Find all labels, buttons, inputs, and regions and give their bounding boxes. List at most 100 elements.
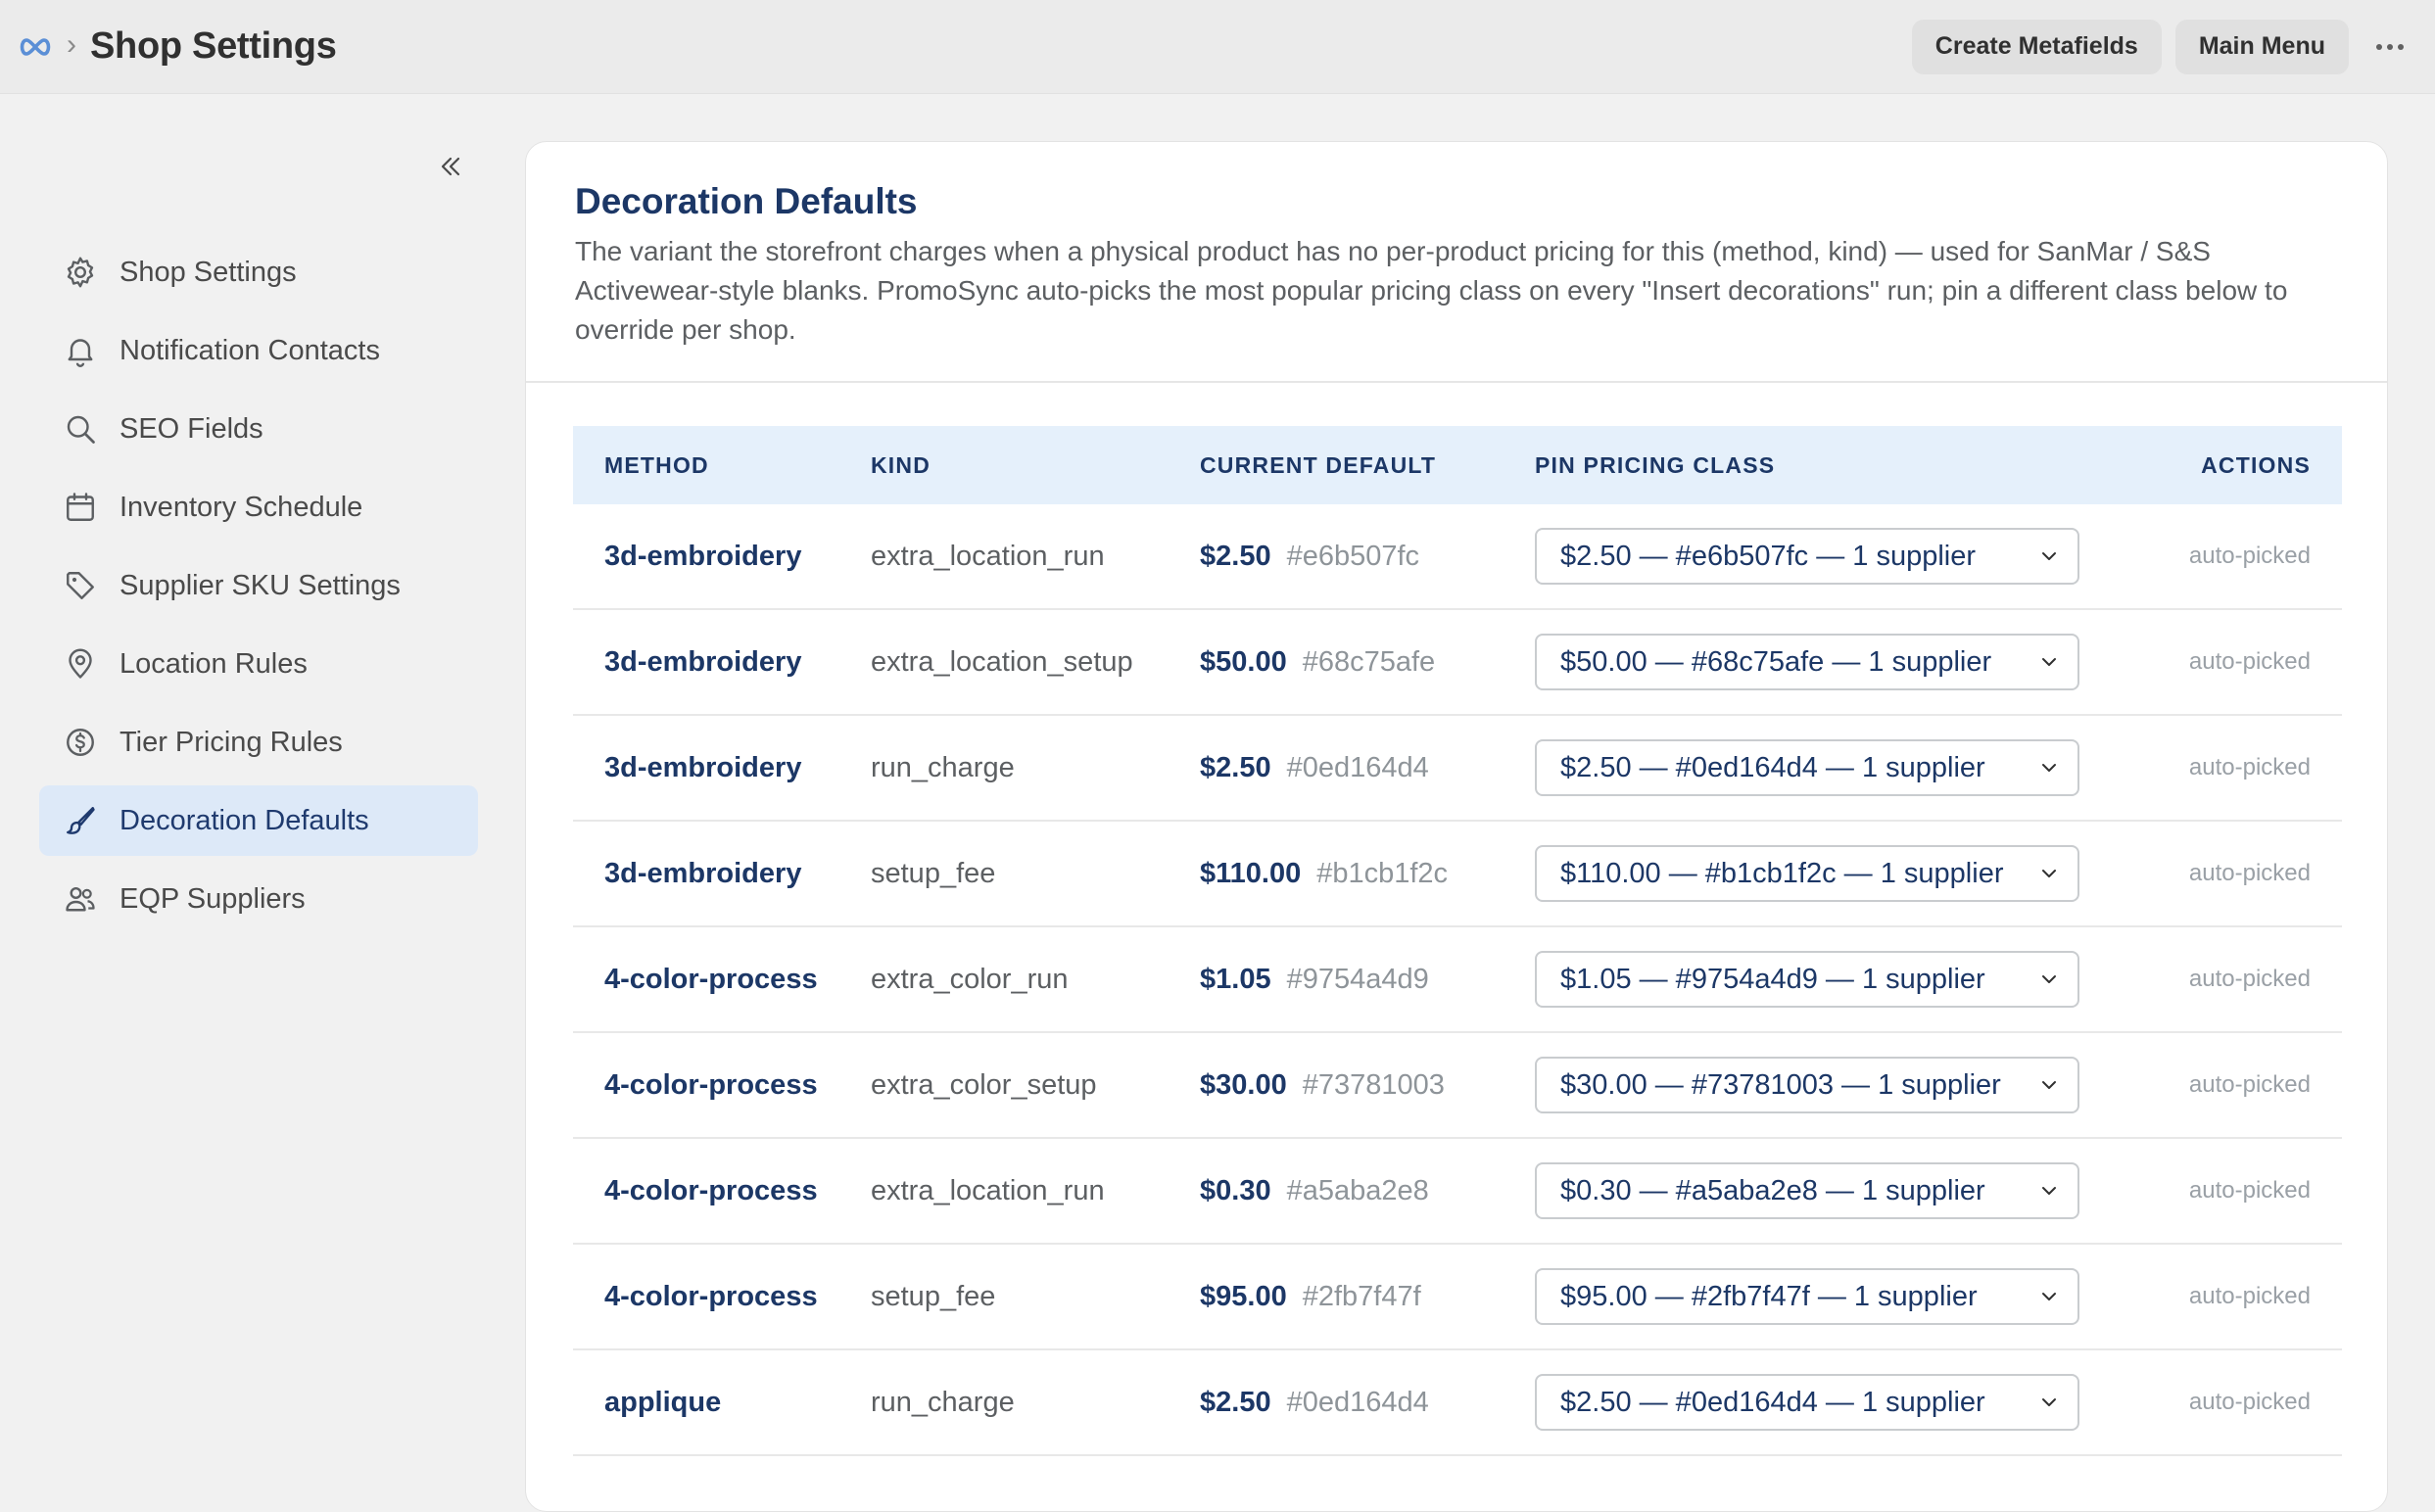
sidebar-item-supplier-sku-settings[interactable]: Supplier SKU Settings: [39, 550, 478, 621]
sidebar-item-location-rules[interactable]: Location Rules: [39, 629, 478, 699]
method-cell: 4-color-process: [604, 1280, 818, 1312]
sidebar-item-label: Inventory Schedule: [119, 491, 363, 523]
pricing-class-hash: #0ed164d4: [1286, 1386, 1429, 1418]
select-value: $95.00 — #2fb7f47f — 1 supplier: [1560, 1280, 1978, 1312]
pin-pricing-class-select[interactable]: $30.00 — #73781003 — 1 supplier: [1535, 1057, 2079, 1113]
kind-cell: extra_location_run: [871, 1174, 1105, 1206]
sidebar-item-seo-fields[interactable]: SEO Fields: [39, 394, 478, 464]
sidebar-item-shop-settings[interactable]: Shop Settings: [39, 237, 478, 307]
pricing-class-hash: #a5aba2e8: [1286, 1174, 1429, 1206]
bell-icon: [63, 333, 98, 368]
sidebar-item-decoration-defaults[interactable]: Decoration Defaults: [39, 785, 478, 856]
table-row: applique run_charge $2.50 #0ed164d4 $2.50…: [573, 1350, 2342, 1456]
pin-pricing-class-select[interactable]: $110.00 — #b1cb1f2c — 1 supplier: [1535, 845, 2079, 902]
actions-cell: auto-picked: [2113, 860, 2342, 887]
users-icon: [63, 881, 98, 917]
pin-pricing-class-select[interactable]: $2.50 — #0ed164d4 — 1 supplier: [1535, 1374, 2079, 1431]
pin-cell: $2.50 — #e6b507fc — 1 supplier: [1535, 528, 2113, 585]
current-default-cell: $2.50 #0ed164d4: [1200, 1387, 1535, 1419]
auto-picked-status: auto-picked: [2188, 1389, 2311, 1415]
auto-picked-status: auto-picked: [2188, 860, 2311, 886]
topbar-actions: Create Metafields Main Menu: [1911, 19, 2417, 74]
pin-pricing-class-select[interactable]: $1.05 — #9754a4d9 — 1 supplier: [1535, 951, 2079, 1008]
table-row: 3d-embroidery extra_location_setup $50.0…: [573, 610, 2342, 716]
chevron-down-icon: [2042, 1187, 2056, 1195]
pin-cell: $110.00 — #b1cb1f2c — 1 supplier: [1535, 845, 2113, 902]
sidebar-nav: Shop Settings Notification Contacts SEO …: [39, 237, 478, 942]
price-value: $2.50: [1200, 751, 1271, 783]
column-header-current-default: CURRENT DEFAULT: [1200, 451, 1437, 478]
pricing-class-hash: #73781003: [1302, 1068, 1445, 1101]
chevron-down-icon: [2042, 658, 2056, 666]
pricing-class-hash: #b1cb1f2c: [1316, 857, 1449, 889]
kind-cell: extra_location_setup: [871, 645, 1133, 678]
select-value: $2.50 — #e6b507fc — 1 supplier: [1560, 540, 1976, 572]
column-header-method: METHOD: [604, 451, 709, 478]
pricing-class-hash: #0ed164d4: [1286, 751, 1429, 783]
kind-cell: setup_fee: [871, 1280, 996, 1312]
infinity-icon[interactable]: [18, 36, 53, 58]
pin-pricing-class-select[interactable]: $50.00 — #68c75afe — 1 supplier: [1535, 634, 2079, 690]
pin-cell: $2.50 — #0ed164d4 — 1 supplier: [1535, 739, 2113, 796]
select-value: $0.30 — #a5aba2e8 — 1 supplier: [1560, 1174, 1985, 1206]
sidebar-item-eqp-suppliers[interactable]: EQP Suppliers: [39, 864, 478, 934]
card-title: Decoration Defaults: [575, 181, 918, 221]
sidebar-item-inventory-schedule[interactable]: Inventory Schedule: [39, 472, 478, 543]
kind-cell: run_charge: [871, 1386, 1015, 1418]
sidebar-item-label: Notification Contacts: [119, 334, 380, 366]
page-title: Shop Settings: [90, 25, 337, 67]
current-default-cell: $2.50 #0ed164d4: [1200, 752, 1535, 784]
actions-cell: auto-picked: [2113, 648, 2342, 676]
pricing-class-hash: #2fb7f47f: [1302, 1280, 1421, 1312]
actions-cell: auto-picked: [2113, 543, 2342, 570]
method-cell: 3d-embroidery: [604, 857, 802, 889]
price-value: $1.05: [1200, 963, 1271, 995]
pin-pricing-class-select[interactable]: $95.00 — #2fb7f47f — 1 supplier: [1535, 1268, 2079, 1325]
sidebar-item-tier-pricing-rules[interactable]: Tier Pricing Rules: [39, 707, 478, 778]
double-chevron-left-icon[interactable]: [431, 147, 470, 186]
auto-picked-status: auto-picked: [2188, 754, 2311, 780]
decoration-defaults-card: Decoration Defaults The variant the stor…: [525, 141, 2388, 1512]
current-default-cell: $110.00 #b1cb1f2c: [1200, 858, 1535, 890]
pricing-class-hash: #9754a4d9: [1286, 963, 1429, 995]
ellipsis-icon[interactable]: [2363, 20, 2417, 74]
paintbrush-icon: [63, 803, 98, 838]
actions-cell: auto-picked: [2113, 1071, 2342, 1099]
price-value: $2.50: [1200, 1386, 1271, 1418]
sidebar-item-label: Supplier SKU Settings: [119, 569, 401, 601]
calendar-icon: [63, 490, 98, 525]
main-menu-button[interactable]: Main Menu: [2174, 19, 2349, 74]
tag-icon: [63, 568, 98, 603]
table-row: 3d-embroidery setup_fee $110.00 #b1cb1f2c…: [573, 822, 2342, 927]
method-cell: 4-color-process: [604, 1068, 818, 1101]
price-value: $95.00: [1200, 1280, 1287, 1312]
column-header-actions: ACTIONS: [2201, 451, 2311, 478]
sidebar-item-notification-contacts[interactable]: Notification Contacts: [39, 315, 478, 386]
pin-cell: $95.00 — #2fb7f47f — 1 supplier: [1535, 1268, 2113, 1325]
chevron-down-icon: [2042, 1293, 2056, 1300]
select-value: $50.00 — #68c75afe — 1 supplier: [1560, 645, 1992, 678]
pin-pricing-class-select[interactable]: $0.30 — #a5aba2e8 — 1 supplier: [1535, 1162, 2079, 1219]
auto-picked-status: auto-picked: [2188, 1283, 2311, 1309]
auto-picked-status: auto-picked: [2188, 1071, 2311, 1098]
pin-cell: $2.50 — #0ed164d4 — 1 supplier: [1535, 1374, 2113, 1431]
pin-cell: $50.00 — #68c75afe — 1 supplier: [1535, 634, 2113, 690]
current-default-cell: $95.00 #2fb7f47f: [1200, 1281, 1535, 1313]
sidebar-item-label: SEO Fields: [119, 412, 263, 445]
gear-icon: [63, 255, 98, 290]
auto-picked-status: auto-picked: [2188, 648, 2311, 675]
table-row: 4-color-process extra_color_setup $30.00…: [573, 1033, 2342, 1139]
pin-pricing-class-select[interactable]: $2.50 — #0ed164d4 — 1 supplier: [1535, 739, 2079, 796]
column-header-pin-pricing-class: PIN PRICING CLASS: [1535, 451, 1776, 478]
column-header-kind: KIND: [871, 451, 931, 478]
current-default-cell: $50.00 #68c75afe: [1200, 646, 1535, 679]
table-row: 4-color-process setup_fee $95.00 #2fb7f47…: [573, 1245, 2342, 1350]
current-default-cell: $30.00 #73781003: [1200, 1069, 1535, 1102]
price-value: $30.00: [1200, 1068, 1287, 1101]
pin-pricing-class-select[interactable]: $2.50 — #e6b507fc — 1 supplier: [1535, 528, 2079, 585]
actions-cell: auto-picked: [2113, 1389, 2342, 1416]
create-metafields-button[interactable]: Create Metafields: [1911, 19, 2162, 74]
dollar-circle-icon: [63, 725, 98, 760]
decoration-defaults-table: METHOD KIND CURRENT DEFAULT PIN PRICING …: [573, 426, 2342, 1456]
pricing-class-hash: #68c75afe: [1302, 645, 1436, 678]
